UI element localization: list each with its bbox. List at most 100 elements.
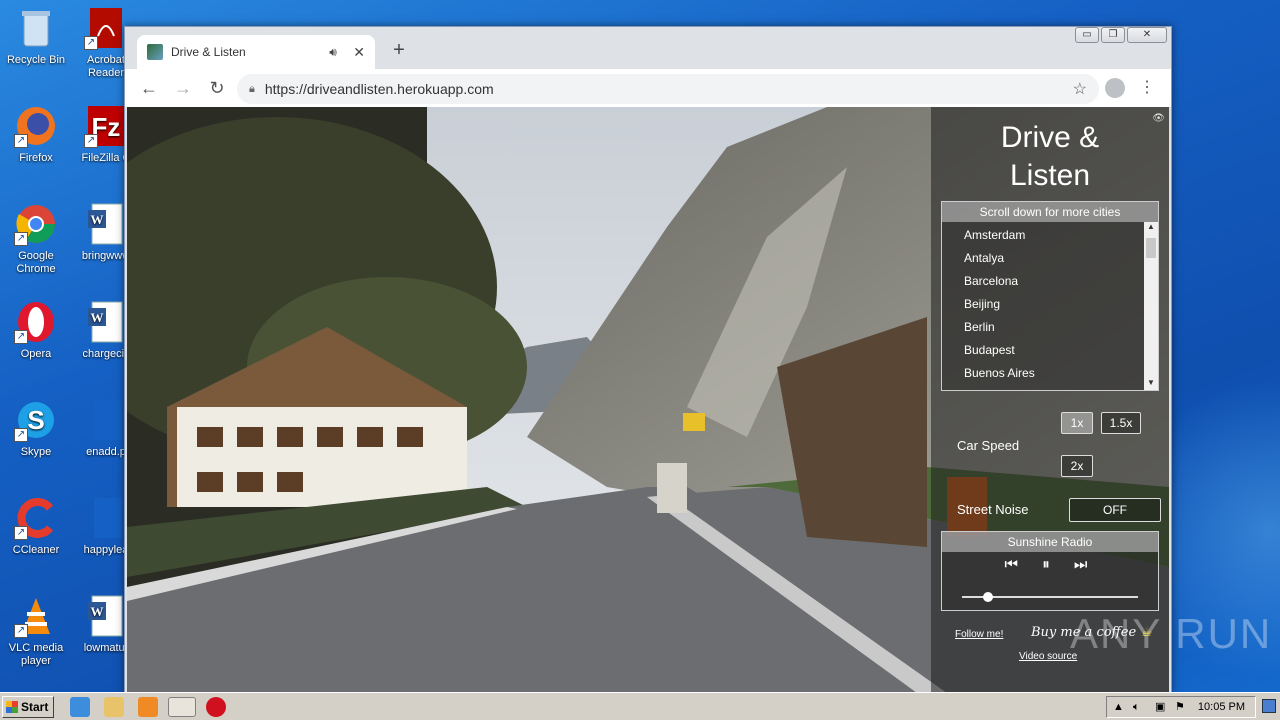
menu-kebab-icon[interactable]: ⋮ bbox=[1139, 77, 1155, 97]
next-track-icon[interactable]: ⏭︎ bbox=[1074, 556, 1098, 573]
forward-arrow-icon[interactable]: → bbox=[171, 78, 195, 99]
word-document-icon: W bbox=[84, 300, 128, 344]
volume-slider[interactable] bbox=[962, 592, 1138, 602]
city-item-budapest[interactable]: Budapest bbox=[964, 339, 1158, 362]
chrome-icon: ↗ bbox=[14, 202, 58, 246]
car-speed-label: Car Speed bbox=[957, 438, 1020, 453]
tab-drive-and-listen[interactable]: Drive & Listen 🔊︎ ✕ bbox=[137, 35, 375, 69]
browser-toolbar: ← → ↻ 🔒︎ https://driveandlisten.herokuap… bbox=[125, 69, 1171, 107]
desktop-icon-ccleaner[interactable]: ↗ CCleaner bbox=[0, 496, 72, 557]
desktop-icon-opera[interactable]: ↗ Opera bbox=[0, 300, 72, 361]
internet-explorer-icon[interactable] bbox=[70, 697, 90, 717]
opera-taskbar-icon[interactable] bbox=[206, 697, 226, 717]
show-desktop-button[interactable] bbox=[1262, 699, 1276, 713]
shortcut-arrow-icon: ↗ bbox=[14, 330, 28, 344]
volume-slider-knob[interactable] bbox=[983, 592, 994, 602]
speed-1-5x-button[interactable]: 1.5x bbox=[1101, 412, 1141, 434]
page-viewport: 👁︎ Drive & Listen Scroll down for more c… bbox=[127, 107, 1169, 692]
blank-document-icon bbox=[84, 496, 128, 540]
city-list: Amsterdam Antalya Barcelona Beijing Berl… bbox=[942, 222, 1158, 385]
system-tray: ▲ 🔈︎ ▣ ⚑ 10:05 PM bbox=[1106, 696, 1256, 718]
address-bar[interactable]: 🔒︎ https://driveandlisten.herokuapp.com … bbox=[237, 74, 1099, 104]
favicon-icon bbox=[147, 44, 163, 60]
reload-icon[interactable]: ↻ bbox=[205, 78, 229, 99]
shortcut-arrow-icon: ↗ bbox=[14, 232, 28, 246]
url-text: https://driveandlisten.herokuapp.com bbox=[264, 81, 494, 97]
app-title-line1: Drive & bbox=[1000, 121, 1100, 154]
file-explorer-icon[interactable] bbox=[104, 697, 124, 717]
opera-icon: ↗ bbox=[14, 300, 58, 344]
network-tray-icon[interactable]: ▣ bbox=[1155, 697, 1165, 717]
minimize-button[interactable]: ▭ bbox=[1075, 27, 1099, 43]
speed-1x-button[interactable]: 1x bbox=[1061, 412, 1093, 434]
city-item-berlin[interactable]: Berlin bbox=[964, 316, 1158, 339]
close-tab-icon[interactable]: ✕ bbox=[353, 44, 365, 61]
tab-strip: Drive & Listen 🔊︎ ✕ + ▭ ❐ ✕ bbox=[125, 27, 1171, 69]
shortcut-arrow-icon: ↗ bbox=[14, 428, 28, 442]
profile-avatar-icon[interactable] bbox=[1105, 78, 1125, 98]
new-tab-button[interactable]: + bbox=[387, 39, 411, 62]
speed-2x-button[interactable]: 2x bbox=[1061, 455, 1093, 477]
shortcut-arrow-icon: ↗ bbox=[84, 36, 98, 50]
close-window-button[interactable]: ✕ bbox=[1127, 27, 1167, 43]
blank-document-icon bbox=[84, 398, 128, 442]
radio-station-name: Sunshine Radio bbox=[942, 532, 1158, 552]
shortcut-arrow-icon: ↗ bbox=[84, 134, 98, 148]
skype-icon: S ↗ bbox=[14, 398, 58, 442]
filezilla-icon: Fz ↗ bbox=[84, 104, 128, 148]
app-title: Drive & Listen bbox=[931, 119, 1169, 195]
clock[interactable]: 10:05 PM bbox=[1198, 697, 1245, 717]
recycle-bin-icon bbox=[14, 6, 58, 50]
volume-tray-icon[interactable]: 🔈︎ bbox=[1133, 697, 1140, 717]
vlc-icon: ↗ bbox=[14, 594, 58, 638]
svg-text:W: W bbox=[91, 604, 104, 619]
anyrun-watermark: ANY RUN bbox=[1070, 610, 1273, 657]
tray-expand-icon[interactable]: ▲ bbox=[1113, 697, 1124, 717]
desktop-icon-vlc[interactable]: ↗ VLC media player bbox=[0, 594, 72, 668]
acrobat-icon: ↗ bbox=[84, 6, 128, 50]
city-item-amsterdam[interactable]: Amsterdam bbox=[964, 224, 1158, 247]
desktop-icon-recycle-bin[interactable]: Recycle Bin bbox=[0, 6, 72, 67]
shortcut-arrow-icon: ↗ bbox=[14, 624, 28, 638]
taskbar: Start ▲ 🔈︎ ▣ ⚑ 10:05 PM bbox=[0, 692, 1280, 720]
back-arrow-icon[interactable]: ← bbox=[137, 78, 161, 99]
scrollbar-thumb[interactable] bbox=[1146, 238, 1156, 258]
city-item-beijing[interactable]: Beijing bbox=[964, 293, 1158, 316]
city-item-buenos-aires[interactable]: Buenos Aires bbox=[964, 362, 1158, 385]
previous-track-icon[interactable]: ⏮︎ bbox=[1005, 556, 1029, 573]
street-noise-toggle[interactable]: OFF bbox=[1069, 498, 1161, 522]
flag-tray-icon[interactable]: ⚑ bbox=[1175, 697, 1185, 717]
radio-player: Sunshine Radio ⏮︎ ⏸︎ ⏭︎ bbox=[941, 531, 1159, 611]
desktop-icon-skype[interactable]: S ↗ Skype bbox=[0, 398, 72, 459]
svg-text:W: W bbox=[91, 212, 104, 227]
desktop-icon-firefox[interactable]: ↗ Firefox bbox=[0, 104, 72, 165]
lock-icon: 🔒︎ bbox=[249, 82, 255, 95]
shortcut-arrow-icon: ↗ bbox=[14, 526, 28, 540]
follow-me-link[interactable]: Follow me! bbox=[955, 629, 1003, 640]
app-title-line2: Listen bbox=[1009, 159, 1091, 192]
scroll-up-arrow-icon[interactable]: ▲ bbox=[1144, 222, 1158, 234]
city-item-barcelona[interactable]: Barcelona bbox=[964, 270, 1158, 293]
maximize-button[interactable]: ❐ bbox=[1101, 27, 1125, 43]
city-item-antalya[interactable]: Antalya bbox=[964, 247, 1158, 270]
start-button[interactable]: Start bbox=[2, 696, 54, 718]
street-noise-label: Street Noise bbox=[957, 502, 1029, 517]
word-document-icon: W bbox=[84, 594, 128, 638]
pause-icon[interactable]: ⏸︎ bbox=[1042, 556, 1060, 573]
city-list-scrollbar[interactable]: ▲ ▼ bbox=[1144, 222, 1158, 390]
chrome-taskbar-icon[interactable] bbox=[168, 697, 196, 717]
bookmark-star-icon[interactable]: ☆ bbox=[1073, 79, 1087, 99]
tab-title: Drive & Listen bbox=[171, 45, 246, 59]
media-player-icon[interactable] bbox=[138, 697, 158, 717]
desktop-icon-chrome[interactable]: ↗ Google Chrome bbox=[0, 202, 72, 276]
control-panel: 👁︎ Drive & Listen Scroll down for more c… bbox=[931, 107, 1169, 692]
shortcut-arrow-icon: ↗ bbox=[14, 134, 28, 148]
city-list-box: Scroll down for more cities Amsterdam An… bbox=[941, 201, 1159, 391]
video-source-link[interactable]: Video source bbox=[1019, 651, 1077, 662]
speaker-icon[interactable]: 🔊︎ bbox=[329, 45, 343, 60]
firefox-icon: ↗ bbox=[14, 104, 58, 148]
scroll-down-arrow-icon[interactable]: ▼ bbox=[1144, 378, 1158, 390]
word-document-icon: W bbox=[84, 202, 128, 246]
ccleaner-icon: ↗ bbox=[14, 496, 58, 540]
svg-text:W: W bbox=[91, 310, 104, 325]
